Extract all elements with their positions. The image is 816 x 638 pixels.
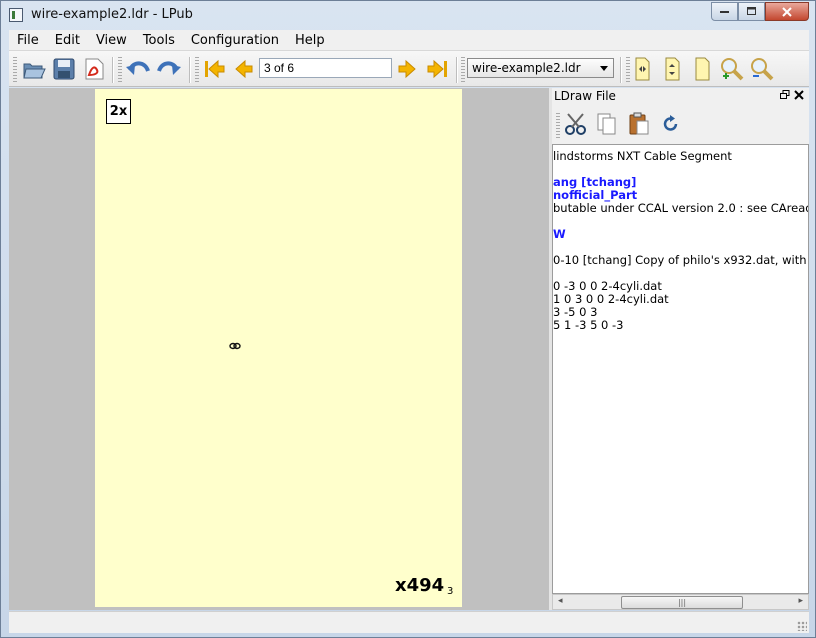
close-button[interactable] (765, 2, 809, 21)
menu-bar: File Edit View Tools Configuration Help (9, 30, 809, 51)
next-page-icon (398, 59, 416, 79)
menu-help[interactable]: Help (287, 33, 333, 48)
save-button[interactable] (51, 57, 77, 81)
refresh-button[interactable] (658, 112, 684, 136)
last-page-icon (427, 59, 447, 79)
scroll-left-icon[interactable]: ◂ (558, 596, 563, 606)
prev-page-icon (235, 59, 253, 79)
toolbar-grip[interactable] (195, 57, 199, 83)
open-icon (23, 63, 46, 79)
scroll-right-icon[interactable]: ▸ (798, 596, 803, 606)
status-bar (9, 611, 809, 633)
instruction-page[interactable]: 2x x494 3 (95, 89, 462, 607)
menu-view[interactable]: View (88, 33, 135, 48)
ldraw-text-editor[interactable]: lindstorms NXT Cable Segment ang [tchang… (552, 144, 809, 594)
toolbar-grip[interactable] (13, 57, 17, 83)
cable-part-image[interactable] (229, 342, 241, 350)
menu-tools[interactable]: Tools (135, 33, 183, 48)
redo-icon (157, 61, 181, 75)
model-select[interactable]: wire-example2.ldr (467, 58, 614, 78)
app-window: wire-example2.ldr - LPub File Edit View … (0, 0, 816, 638)
horizontal-scrollbar[interactable]: ◂ ||| ▸ (552, 594, 809, 610)
editor-line: 1 0 3 0 0 2-4cyli.dat (553, 292, 669, 306)
toolbar-grip[interactable] (118, 57, 122, 83)
window-title: wire-example2.ldr - LPub (31, 7, 193, 22)
toolbar-grip[interactable] (556, 113, 560, 139)
part-count-label[interactable]: x494 (395, 575, 444, 596)
title-bar[interactable]: wire-example2.ldr - LPub (1, 1, 815, 29)
cut-icon (565, 113, 586, 135)
undo-icon (126, 61, 150, 75)
undo-button[interactable] (125, 57, 151, 81)
redo-button[interactable] (156, 57, 182, 81)
editor-line: 0-10 [tchang] Copy of philo's x932.dat, … (553, 253, 808, 267)
scroll-thumb[interactable]: ||| (621, 596, 743, 609)
resize-grip-icon[interactable] (797, 621, 807, 631)
window-controls (711, 2, 809, 21)
actual-size-button[interactable] (689, 57, 715, 81)
toolbar-separator (620, 57, 622, 83)
copy-icon (597, 113, 616, 135)
toolbar-grip[interactable] (461, 57, 465, 83)
open-button[interactable] (21, 57, 47, 81)
model-select-value: wire-example2.ldr (472, 61, 581, 75)
cut-button[interactable] (563, 112, 589, 136)
editor-line: nofficial_Part (553, 188, 638, 202)
app-icon (9, 8, 23, 22)
toolbar-separator (112, 57, 114, 83)
zoom-out-button[interactable] (749, 57, 775, 81)
refresh-icon (663, 115, 678, 131)
minimize-button[interactable] (711, 2, 738, 21)
editor-toolbar (552, 106, 809, 142)
export-pdf-icon (85, 58, 104, 80)
editor-line: W (553, 227, 566, 241)
fit-width-icon (635, 57, 650, 81)
dock-float-icon[interactable] (780, 90, 790, 100)
page-view[interactable]: 2x x494 3 (9, 88, 549, 610)
first-page-button[interactable] (201, 57, 227, 81)
editor-line: 0 -3 0 0 2-4cyli.dat (553, 279, 662, 293)
fit-width-button[interactable] (629, 57, 655, 81)
next-page-button[interactable] (394, 57, 420, 81)
save-icon (53, 58, 75, 80)
last-page-button[interactable] (425, 57, 451, 81)
editor-line: lindstorms NXT Cable Segment (553, 149, 732, 163)
maximize-button[interactable] (738, 2, 765, 21)
zoom-in-button[interactable] (719, 57, 745, 81)
editor-line: 5 1 -3 5 0 -3 (553, 318, 624, 332)
editor-line: butable under CCAL version 2.0 : see CAr… (553, 201, 809, 215)
first-page-icon (205, 59, 225, 79)
dock-close-icon[interactable] (794, 90, 804, 100)
editor-line: ang [tchang] (553, 175, 637, 189)
page-number-input[interactable] (259, 58, 392, 78)
menu-file[interactable]: File (9, 33, 47, 48)
paste-button[interactable] (626, 112, 652, 136)
page-number[interactable]: 3 (447, 586, 453, 597)
zoom-out-icon (751, 58, 774, 81)
ldraw-file-dock: LDraw File lindstorms NXT Cable Segment … (552, 88, 809, 610)
menu-edit[interactable]: Edit (47, 33, 88, 48)
prev-page-button[interactable] (231, 57, 257, 81)
main-toolbar: wire-example2.ldr (9, 51, 809, 87)
menu-configuration[interactable]: Configuration (183, 33, 287, 48)
zoom-in-icon (721, 58, 744, 81)
submodel-multiplier[interactable]: 2x (106, 99, 131, 124)
fit-visible-icon (665, 57, 680, 81)
dock-title: LDraw File (554, 89, 616, 103)
paste-icon (629, 112, 649, 135)
chevron-down-icon (600, 66, 608, 71)
toolbar-separator (189, 57, 191, 83)
actual-size-icon (695, 57, 710, 81)
toolbar-separator (456, 57, 458, 83)
fit-visible-button[interactable] (659, 57, 685, 81)
editor-line: 3 -5 0 3 (553, 305, 598, 319)
copy-button[interactable] (594, 112, 620, 136)
export-pdf-button[interactable] (81, 57, 107, 81)
